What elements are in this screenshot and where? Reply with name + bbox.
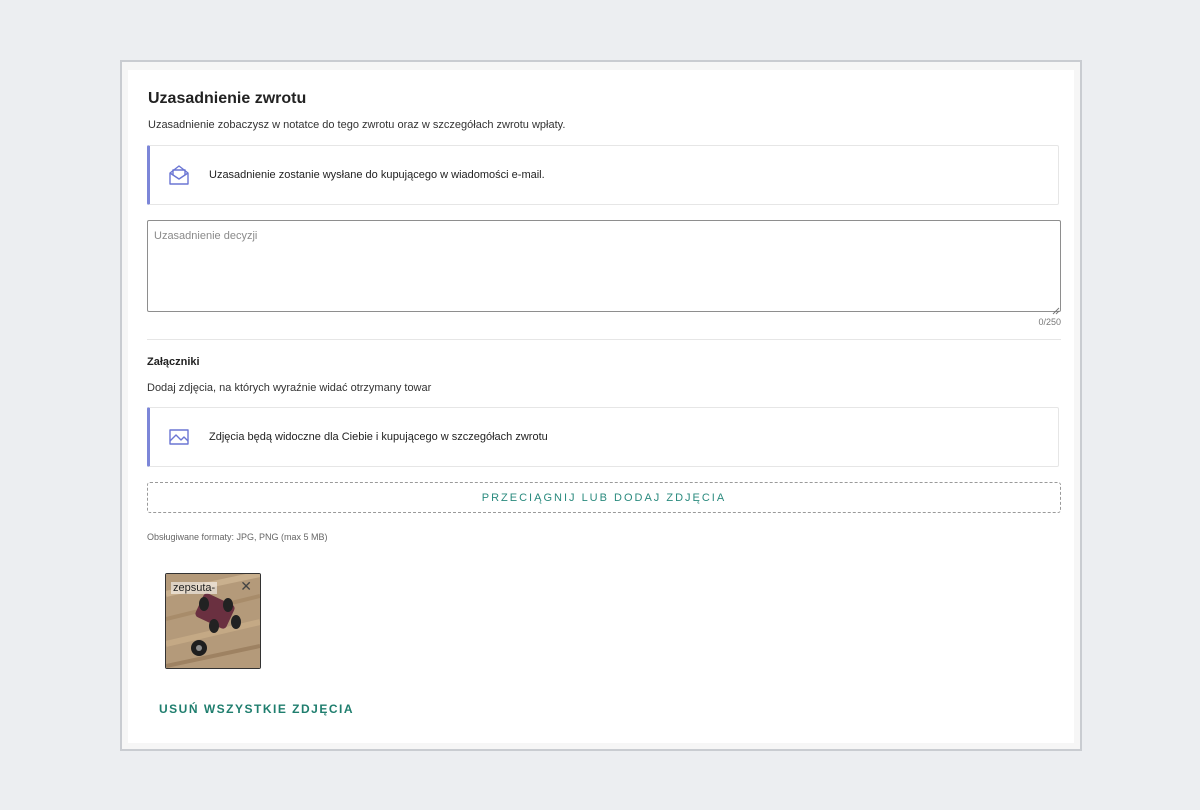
reason-textarea[interactable] bbox=[147, 220, 1061, 312]
photos-notice: Zdjęcia będą widoczne dla Ciebie i kupuj… bbox=[147, 407, 1059, 467]
attachments-title: Załączniki bbox=[147, 356, 200, 368]
photo-dropzone-button[interactable]: PRZECIĄGNIJ LUB DODAJ ZDJĘCIA bbox=[147, 482, 1061, 513]
photos-notice-text: Zdjęcia będą widoczne dla Ciebie i kupuj… bbox=[209, 431, 548, 443]
image-icon bbox=[168, 426, 190, 448]
section-divider bbox=[147, 339, 1061, 340]
attachments-subtitle: Dodaj zdjęcia, na których wyraźnie widać… bbox=[147, 382, 432, 394]
photo-thumbnail[interactable]: zepsuta- ✕ bbox=[165, 573, 261, 669]
section-title: Uzasadnienie zwrotu bbox=[148, 90, 307, 107]
character-counter: 0/250 bbox=[1038, 317, 1061, 327]
email-notice: Uzasadnienie zostanie wysłane do kupując… bbox=[147, 145, 1059, 205]
supported-formats-text: Obsługiwane formaty: JPG, PNG (max 5 MB) bbox=[147, 532, 328, 542]
email-notice-text: Uzasadnienie zostanie wysłane do kupując… bbox=[209, 169, 545, 181]
resize-handle-icon[interactable] bbox=[1052, 302, 1060, 315]
photo-filename: zepsuta- bbox=[171, 582, 218, 594]
remove-all-photos-button[interactable]: USUŃ WSZYSTKIE ZDJĘCIA bbox=[159, 702, 354, 716]
close-icon[interactable]: ✕ bbox=[240, 579, 252, 593]
section-subtitle: Uzasadnienie zobaczysz w notatce do tego… bbox=[148, 119, 566, 131]
envelope-icon bbox=[168, 164, 190, 186]
return-justification-panel: Uzasadnienie zwrotu Uzasadnienie zobaczy… bbox=[128, 70, 1074, 743]
modal-frame: Uzasadnienie zwrotu Uzasadnienie zobaczy… bbox=[120, 60, 1082, 751]
